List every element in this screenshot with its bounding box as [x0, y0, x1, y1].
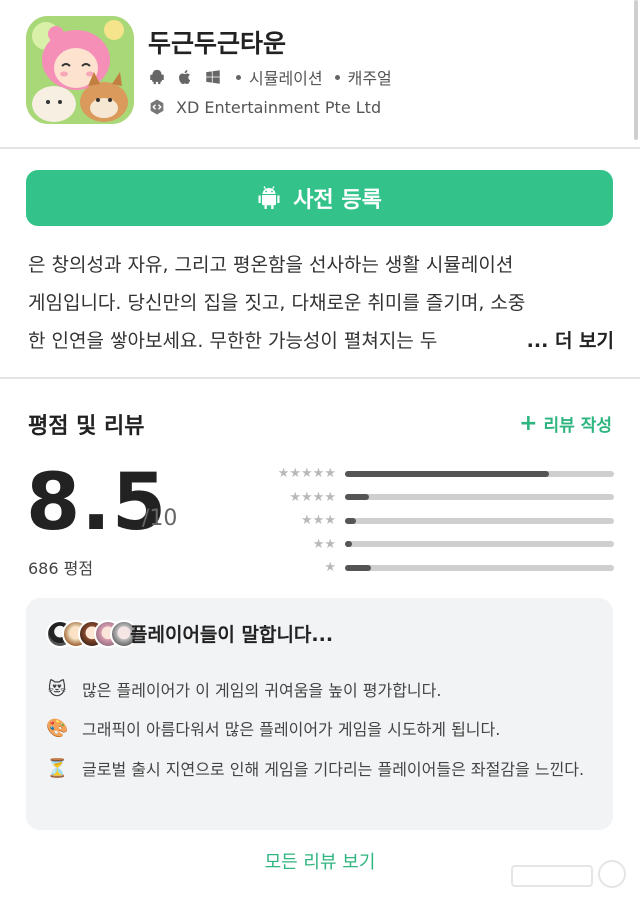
players-say-card: 플레이어들이 말합니다... 😻 많은 플레이어가 이 게임의 귀여움을 높이 … — [26, 598, 613, 830]
player-comment: 😻 많은 플레이어가 이 게임의 귀여움을 높이 평가합니다. — [46, 677, 596, 704]
developer-row[interactable]: XD Entertainment Pte Ltd — [148, 96, 381, 118]
separator-dot — [334, 74, 340, 80]
rating-bar-fill — [345, 494, 370, 501]
rating-bar-fill — [345, 564, 371, 571]
plus-icon: + — [519, 410, 538, 436]
description-line: 게임입니다. 당신만의 집을 짓고, 다채로운 취미를 즐기며, 소중 — [28, 292, 526, 314]
read-more-link[interactable]: ... 더 보기 — [527, 322, 614, 360]
rating-bar-track — [345, 564, 614, 571]
players-say-title: 플레이어들이 말합니다... — [130, 624, 334, 646]
description-line-last: 한 인연을 쌓아보세요. 무한한 가능성이 펼쳐지는 두 ... 더 보기 — [28, 322, 614, 360]
star-icons: ★★★ — [301, 513, 336, 529]
star-icons: ★ — [324, 560, 336, 576]
description-line: 은 창의성과 자유, 그리고 평온함을 선사하는 생활 시뮬레이션 — [28, 254, 514, 276]
watermark-logo — [511, 860, 626, 888]
genre-casual[interactable]: 캐주얼 — [348, 65, 392, 89]
write-review-button[interactable]: + 리뷰 작성 — [519, 411, 612, 436]
rating-bar-track — [345, 541, 614, 548]
rating-bar-track — [345, 494, 614, 501]
rating-bar-row: ★★★★★ — [262, 462, 614, 486]
app-title: 두근두근타운 — [148, 29, 287, 58]
hourglass-icon: ⏳ — [46, 758, 69, 779]
preregister-label: 사전 등록 — [293, 188, 382, 213]
rating-bar-row: ★★ — [262, 533, 614, 557]
android-icon — [150, 69, 164, 85]
star-icons: ★★ — [312, 536, 336, 552]
app-icon — [26, 16, 134, 124]
platform-genre-row: 시뮬레이션 캐주얼 — [148, 66, 392, 88]
rating-bar-fill — [345, 517, 356, 524]
ratings-section-title: 평점 및 리뷰 — [28, 414, 145, 439]
star-icons: ★★★★★ — [277, 466, 336, 482]
heart-eyes-cat-icon: 😻 — [47, 679, 67, 700]
rating-bar-fill — [345, 541, 352, 548]
divider — [0, 147, 640, 149]
developer-badge-icon — [150, 99, 164, 115]
rating-distribution: ★★★★★ ★★★★ ★★★ ★★ ★ — [262, 462, 614, 580]
player-comment: ⏳ 글로벌 출시 지연으로 인해 게임을 기다리는 플레이어들은 좌절감을 느낀… — [46, 756, 596, 810]
rating-bar-track — [345, 470, 614, 477]
genre-simulation[interactable]: 시뮬레이션 — [249, 65, 323, 89]
star-icons: ★★★★ — [289, 489, 336, 505]
rating-bar-row: ★ — [262, 556, 614, 580]
palette-icon: 🎨 — [46, 718, 69, 739]
rating-bar-fill — [345, 470, 550, 477]
rating-out-of: /10 — [142, 506, 178, 531]
rating-bar-row: ★★★ — [262, 509, 614, 533]
game-description: 은 창의성과 자유, 그리고 평온함을 선사하는 생활 시뮬레이션 게임입니다.… — [28, 246, 614, 360]
rating-bar-row: ★★★★ — [262, 486, 614, 510]
preregister-button[interactable]: 사전 등록 — [26, 170, 613, 226]
player-comment-text: 그래픽이 아름다워서 많은 플레이어가 게임을 시도하게 됩니다. — [82, 720, 501, 739]
app-header: 두근두근타운 시뮬레이션 캐주얼 XD Entertainment Pte Lt… — [0, 0, 640, 148]
player-comment-text: 글로벌 출시 지연으로 인해 게임을 기다리는 플레이어들은 좌절감을 느낀다. — [82, 760, 585, 779]
description-line: 한 인연을 쌓아보세요. 무한한 가능성이 펼쳐지는 두 — [28, 330, 438, 352]
developer-name[interactable]: XD Entertainment Pte Ltd — [176, 98, 381, 117]
write-review-label: 리뷰 작성 — [543, 416, 612, 436]
rating-score: 8.5 — [26, 458, 168, 548]
separator-dot — [236, 74, 241, 80]
apple-icon — [179, 69, 191, 84]
player-comment-text: 많은 플레이어가 이 게임의 귀여움을 높이 평가합니다. — [82, 681, 442, 700]
android-icon — [258, 186, 280, 209]
rating-bar-track — [345, 517, 614, 524]
divider — [0, 377, 640, 379]
rating-count: 686 평점 — [28, 559, 94, 578]
windows-icon — [206, 70, 220, 84]
player-comment: 🎨 그래픽이 아름다워서 많은 플레이어가 게임을 시도하게 됩니다. — [46, 716, 596, 743]
